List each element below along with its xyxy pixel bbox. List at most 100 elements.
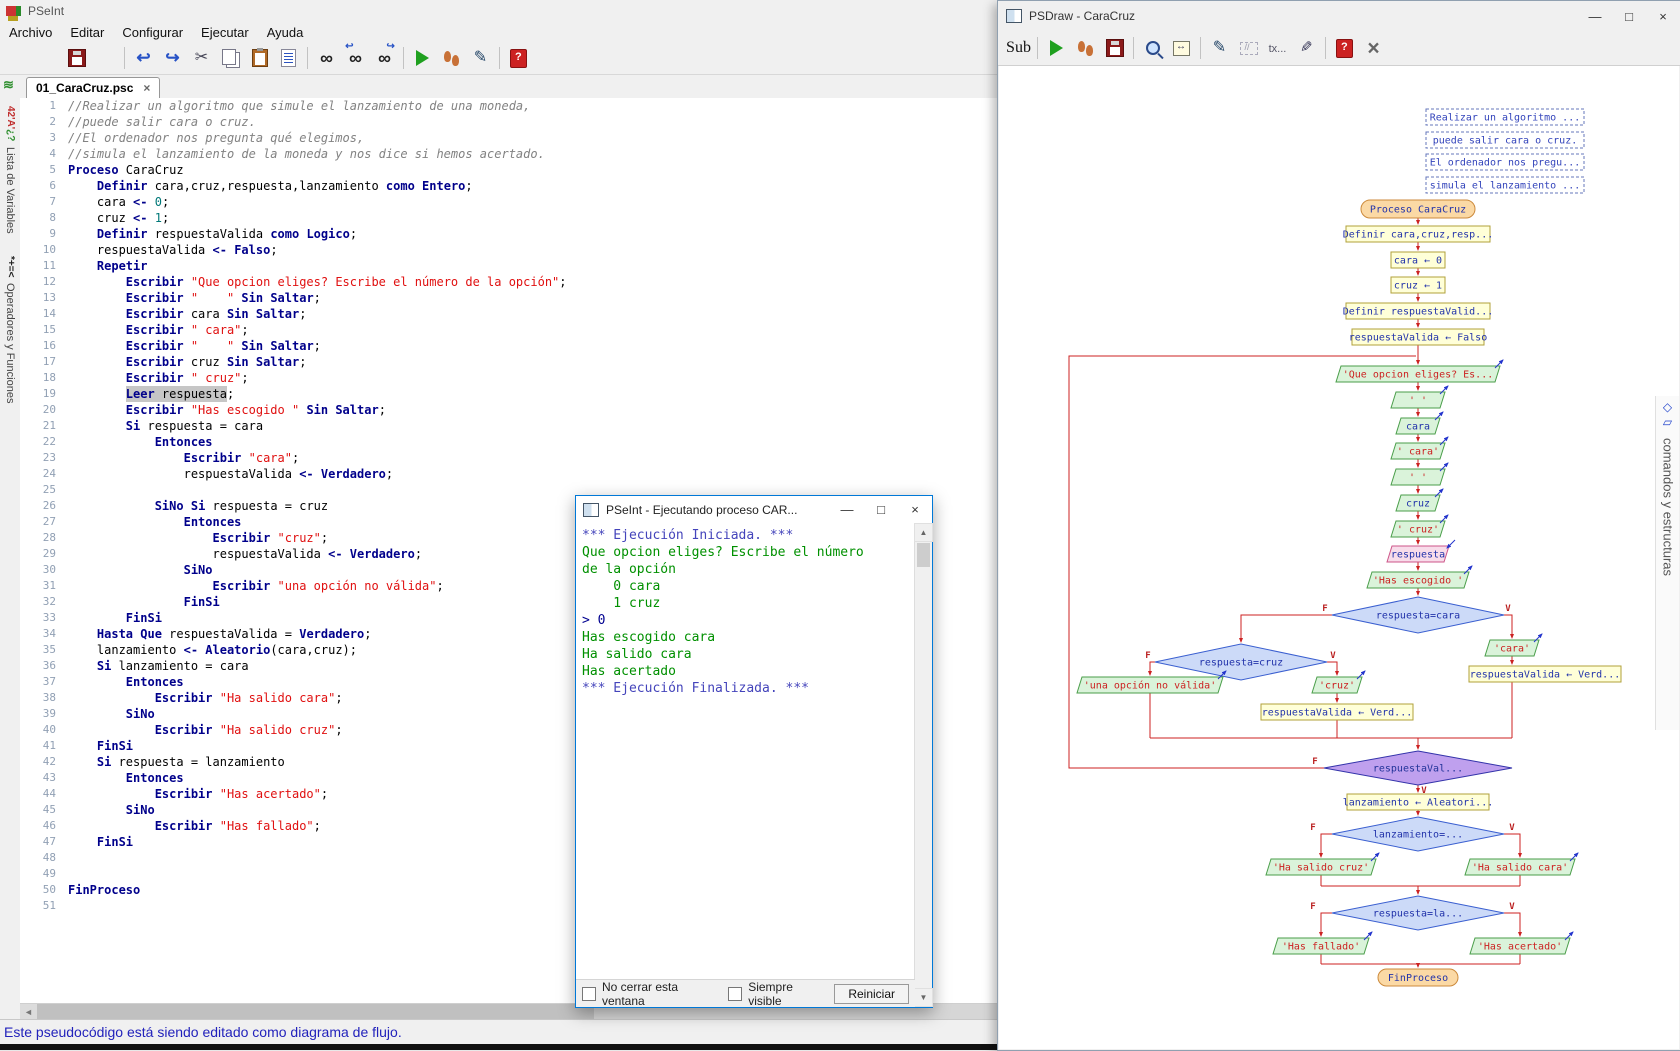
close-button[interactable]: ×: [898, 496, 932, 523]
minimize-button[interactable]: —: [830, 496, 864, 523]
code-line[interactable]: 21 Si respuesta = cara: [20, 418, 997, 434]
maximize-button[interactable]: □: [1612, 1, 1646, 31]
save-all-icon[interactable]: [91, 45, 120, 72]
code-line[interactable]: 15 Escribir " cara";: [20, 322, 997, 338]
code-line[interactable]: 24 respuestaValida <- Verdadero;: [20, 466, 997, 482]
step-icon[interactable]: [437, 45, 466, 72]
dash-icon[interactable]: [1234, 35, 1263, 62]
flowchart-node-rect[interactable]: respuestaValida ← Verd...: [1261, 704, 1413, 720]
find-next-icon[interactable]: [370, 45, 399, 72]
execution-output[interactable]: *** Ejecución Iniciada. ***Que opcion el…: [576, 523, 915, 980]
scroll-up-icon[interactable]: ▲: [914, 523, 933, 542]
menu-ayuda[interactable]: Ayuda: [258, 23, 313, 42]
sidebar-tab-operadores-y-funciones[interactable]: Operadores y Funciones: [1, 283, 19, 403]
flowchart-node-dec[interactable]: respuesta=cara: [1332, 597, 1504, 633]
flowchart-node-rect[interactable]: lanzamiento ← Aleatori...: [1343, 794, 1494, 810]
flowchart-node-outp[interactable]: 'Que opcion eliges? Es...: [1336, 360, 1503, 382]
help-icon[interactable]: [1330, 35, 1359, 62]
code-line[interactable]: 7 cara <- 0;: [20, 194, 997, 210]
menu-archivo[interactable]: Archivo: [0, 23, 61, 42]
flowchart-node-outp[interactable]: 'una opción no válida': [1077, 671, 1226, 693]
save-icon[interactable]: [62, 45, 91, 72]
tab-close-icon[interactable]: ×: [143, 81, 150, 95]
maximize-button[interactable]: □: [864, 496, 898, 523]
code-line[interactable]: 5Proceso CaraCruz: [20, 162, 997, 178]
close-button[interactable]: ×: [1646, 1, 1680, 31]
execution-scrollbar[interactable]: ▲ ▼: [914, 523, 932, 1007]
tab-caracruz[interactable]: 01_CaraCruz.psc ×: [26, 77, 160, 99]
code-line[interactable]: 20 Escribir "Has escogido " Sin Saltar;: [20, 402, 997, 418]
flowchart-node-outp[interactable]: cruz: [1396, 489, 1443, 511]
step-icon[interactable]: [1071, 35, 1100, 62]
flowchart-node-comment[interactable]: El ordenador nos pregu...: [1426, 154, 1584, 170]
execution-dialog-titlebar[interactable]: PSeInt - Ejecutando proceso CAR... — □ ×: [576, 496, 932, 523]
flowchart-node-rect[interactable]: Definir cara,cruz,resp...: [1343, 226, 1494, 242]
flowchart-node-comment[interactable]: simula el lanzamiento ...: [1426, 177, 1584, 193]
flowchart-node-oval[interactable]: FinProceso: [1378, 969, 1458, 986]
code-line[interactable]: 1//Realizar un algoritmo que simule el l…: [20, 98, 997, 114]
code-line[interactable]: 17 Escribir cruz Sin Saltar;: [20, 354, 997, 370]
flowchart-node-outp[interactable]: ' ': [1391, 386, 1448, 408]
new-file-icon[interactable]: [4, 45, 33, 72]
flowchart-node-rect[interactable]: Definir respuestaValid...: [1343, 303, 1494, 319]
copy-icon[interactable]: [216, 45, 245, 72]
cut-icon[interactable]: [187, 45, 216, 72]
close-x-icon[interactable]: [1359, 35, 1388, 62]
code-line[interactable]: 11 Repetir: [20, 258, 997, 274]
zoom-icon[interactable]: [1138, 35, 1167, 62]
flowchart-node-outp[interactable]: 'cruz': [1312, 671, 1365, 693]
code-line[interactable]: 10 respuestaValida <- Falso;: [20, 242, 997, 258]
scroll-left-icon[interactable]: ◄: [20, 1004, 37, 1020]
sub-icon[interactable]: [1004, 35, 1033, 62]
flow-icon[interactable]: [1205, 35, 1234, 62]
code-line[interactable]: 4//simula el lanzamiento de la moneda y …: [20, 146, 997, 162]
psdraw-titlebar[interactable]: PSDraw - CaraCruz — □ ×: [998, 1, 1680, 31]
scrollbar-thumb[interactable]: [917, 543, 930, 567]
menu-configurar[interactable]: Configurar: [113, 23, 192, 42]
text-icon[interactable]: [1263, 35, 1292, 62]
flowchart-node-dec[interactable]: respuesta=cruz: [1155, 644, 1327, 680]
flowchart-node-comment[interactable]: puede salir cara o cruz.: [1426, 132, 1584, 148]
menu-ejecutar[interactable]: Ejecutar: [192, 23, 258, 42]
flowchart-node-outp[interactable]: ' cara': [1391, 437, 1448, 459]
flowchart-node-comment[interactable]: Realizar un algoritmo ...: [1426, 109, 1584, 125]
flowchart-node-loop[interactable]: respuestaVal...: [1324, 751, 1512, 785]
hscroll-thumb[interactable]: [37, 1004, 594, 1020]
save-icon[interactable]: [1100, 35, 1129, 62]
code-line[interactable]: 18 Escribir " cruz";: [20, 370, 997, 386]
main-titlebar[interactable]: PSeInt: [0, 0, 997, 22]
flowchart-node-rect[interactable]: cruz ← 1: [1391, 277, 1445, 293]
restart-button[interactable]: Reiniciar: [834, 984, 909, 1004]
minimize-button[interactable]: —: [1578, 1, 1612, 31]
flowchart-node-outp[interactable]: 'Ha salido cara': [1465, 853, 1578, 875]
flowchart-node-dec[interactable]: respuesta=la...: [1332, 896, 1504, 930]
code-line[interactable]: 16 Escribir " " Sin Saltar;: [20, 338, 997, 354]
code-line[interactable]: 19 Leer respuesta;: [20, 386, 997, 402]
flowchart-node-outp[interactable]: 'Has acertado': [1470, 932, 1573, 954]
pen2-icon[interactable]: [1292, 35, 1321, 62]
flowchart-node-rect[interactable]: respuestaValida ← Falso: [1349, 329, 1487, 345]
commands-side-tab[interactable]: ◇ ▱ comandos y estructuras: [1655, 396, 1679, 730]
find-icon[interactable]: [312, 45, 341, 72]
run-icon[interactable]: [1042, 35, 1071, 62]
flowchart-node-outp[interactable]: 'Ha salido cruz': [1266, 853, 1379, 875]
code-line[interactable]: 3//El ordenador nos pregunta qué elegimo…: [20, 130, 997, 146]
menu-editar[interactable]: Editar: [61, 23, 113, 42]
flowchart-node-rect[interactable]: respuestaValida ← Verd...: [1469, 666, 1621, 682]
code-line[interactable]: 2//puede salir cara o cruz.: [20, 114, 997, 130]
run-icon[interactable]: [408, 45, 437, 72]
flowchart-node-outp[interactable]: 'Has escogido ': [1367, 566, 1472, 588]
flowchart-node-oval[interactable]: Proceso CaraCruz: [1361, 200, 1475, 218]
find-prev-icon[interactable]: [341, 45, 370, 72]
flowchart-node-outp[interactable]: cara: [1396, 412, 1443, 434]
fit-icon[interactable]: [1167, 35, 1196, 62]
flowchart-node-rect[interactable]: cara ← 0: [1391, 252, 1445, 268]
code-line[interactable]: 23 Escribir "cara";: [20, 450, 997, 466]
code-line[interactable]: 6 Definir cara,cruz,respuesta,lanzamient…: [20, 178, 997, 194]
open-file-icon[interactable]: [33, 45, 62, 72]
help-icon[interactable]: [504, 45, 533, 72]
flowchart-node-outp[interactable]: ' cruz': [1391, 515, 1448, 537]
sidebar-tab-lista-de-variables[interactable]: Lista de Variables: [1, 147, 19, 234]
flowchart-node-outp[interactable]: 'Has fallado': [1273, 932, 1372, 954]
flowchart-node-outp[interactable]: 'cara': [1485, 634, 1542, 656]
